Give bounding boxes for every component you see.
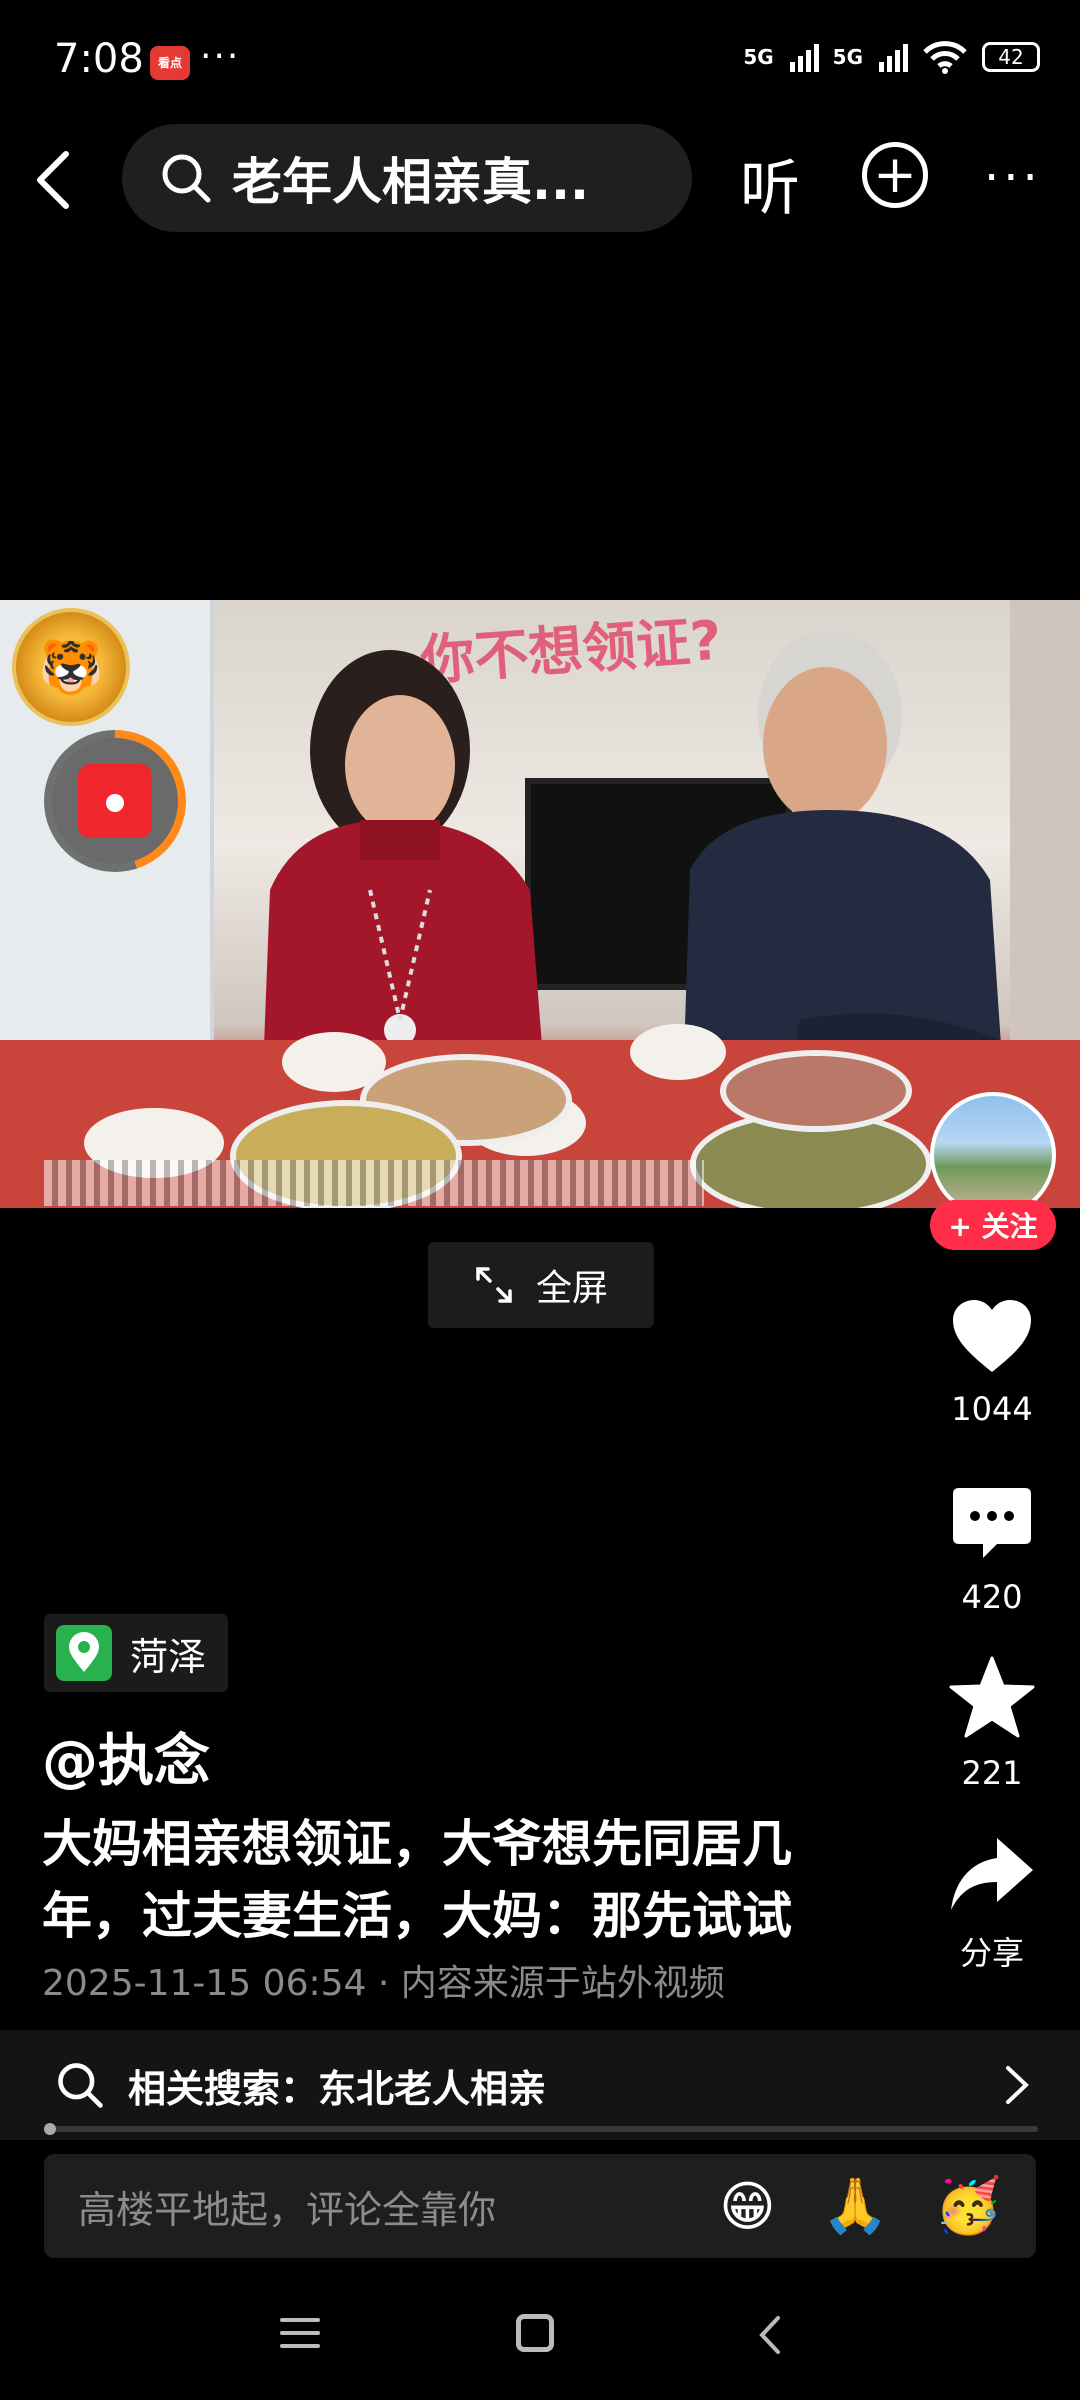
recent-apps-icon[interactable] <box>280 2316 320 2350</box>
chevron-left-icon <box>37 151 69 209</box>
favorite-button[interactable]: 221 <box>937 1654 1047 1792</box>
comment-input-bar[interactable]: 高楼平地起，评论全靠你 😁 🙏 🥳 <box>44 2154 1036 2258</box>
comment-input[interactable]: 高楼平地起，评论全靠你 <box>78 2179 719 2234</box>
related-search-text: 相关搜索：东北老人相亲 <box>128 2058 546 2113</box>
video-player[interactable]: 你不想领证? <box>0 600 1080 1208</box>
fullscreen-button[interactable]: 全屏 <box>428 1242 654 1328</box>
related-search-prefix: 相关搜索： <box>128 2066 319 2111</box>
red-packet-icon <box>78 764 152 838</box>
wifi-icon <box>923 41 967 74</box>
search-icon <box>58 2063 103 2108</box>
listen-button[interactable]: 听 <box>740 140 800 227</box>
system-back-icon[interactable] <box>756 2312 784 2358</box>
fullscreen-label: 全屏 <box>535 1268 608 1309</box>
video-progress-handle[interactable] <box>44 2123 56 2135</box>
star-icon <box>949 1656 1035 1738</box>
status-indicators: 5G 5G 42 <box>743 40 1040 74</box>
status-time: 7:08 <box>54 36 144 82</box>
app-notification-icon: 看点 <box>150 46 190 80</box>
tiger-badge-icon[interactable]: 🐯 <box>12 608 130 726</box>
video-subtitle-blur <box>44 1160 704 1206</box>
post-source: · 内容来源于站外视频 <box>366 1963 725 2004</box>
plus-icon: + <box>873 145 917 205</box>
grin-emoji-button[interactable]: 😁 <box>719 2175 775 2238</box>
comment-button[interactable]: 420 <box>937 1484 1047 1616</box>
video-door <box>1010 600 1080 1040</box>
back-button[interactable] <box>24 140 80 220</box>
add-button[interactable]: + <box>862 142 928 208</box>
expand-icon <box>476 1267 512 1303</box>
search-icon <box>162 154 211 203</box>
battery-icon: 42 <box>982 42 1040 72</box>
like-count: 1044 <box>951 1390 1033 1428</box>
share-label: 分享 <box>959 1934 1024 1972</box>
related-search-bar[interactable]: 相关搜索：东北老人相亲 <box>0 2030 1080 2140</box>
post-meta: 2025-11-15 06:54 · 内容来源于站外视频 <box>42 1954 725 2006</box>
favorite-count: 221 <box>961 1754 1023 1792</box>
author-name[interactable]: @执念 <box>42 1716 210 1797</box>
post-date: 2025-11-15 06:54 <box>42 1963 367 2004</box>
location-label: 菏泽 <box>130 1634 207 1679</box>
party-emoji-button[interactable]: 🥳 <box>935 2174 1002 2238</box>
chevron-right-icon <box>1006 2066 1029 2104</box>
more-options-button[interactable]: ··· <box>984 150 1042 206</box>
location-tag[interactable]: 菏泽 <box>44 1614 229 1692</box>
search-query: 老年人相亲真... <box>232 153 589 211</box>
signal-icon-2 <box>879 42 908 72</box>
notification-more-icon: ··· <box>200 36 241 77</box>
share-button[interactable]: 分享 <box>937 1834 1047 1974</box>
video-bowl <box>630 1024 726 1080</box>
network-type-1: 5G <box>743 45 774 69</box>
home-icon[interactable] <box>516 2314 554 2352</box>
red-packet-inner <box>52 738 178 864</box>
red-packet-timer[interactable] <box>44 730 186 872</box>
comment-count: 420 <box>961 1578 1023 1616</box>
pray-emoji-button[interactable]: 🙏 <box>822 2174 889 2238</box>
post-caption: 大妈相亲想领证，大爷想先同居几年，过夫妻生活，大妈：那先试试 <box>42 1815 792 1945</box>
video-progress-bar[interactable] <box>44 2126 1038 2132</box>
follow-button[interactable]: + 关注 <box>930 1200 1056 1250</box>
like-button[interactable]: 1044 <box>937 1296 1047 1428</box>
network-type-2: 5G <box>832 45 863 69</box>
comment-bubble-icon <box>953 1488 1031 1558</box>
heart-icon <box>953 1300 1031 1372</box>
location-pin-icon <box>56 1625 112 1681</box>
signal-icon <box>789 42 819 72</box>
search-bar[interactable]: 老年人相亲真... <box>122 124 692 232</box>
video-dish <box>720 1050 912 1132</box>
share-arrow-icon <box>951 1838 1033 1910</box>
related-search-term: 东北老人相亲 <box>318 2066 547 2111</box>
